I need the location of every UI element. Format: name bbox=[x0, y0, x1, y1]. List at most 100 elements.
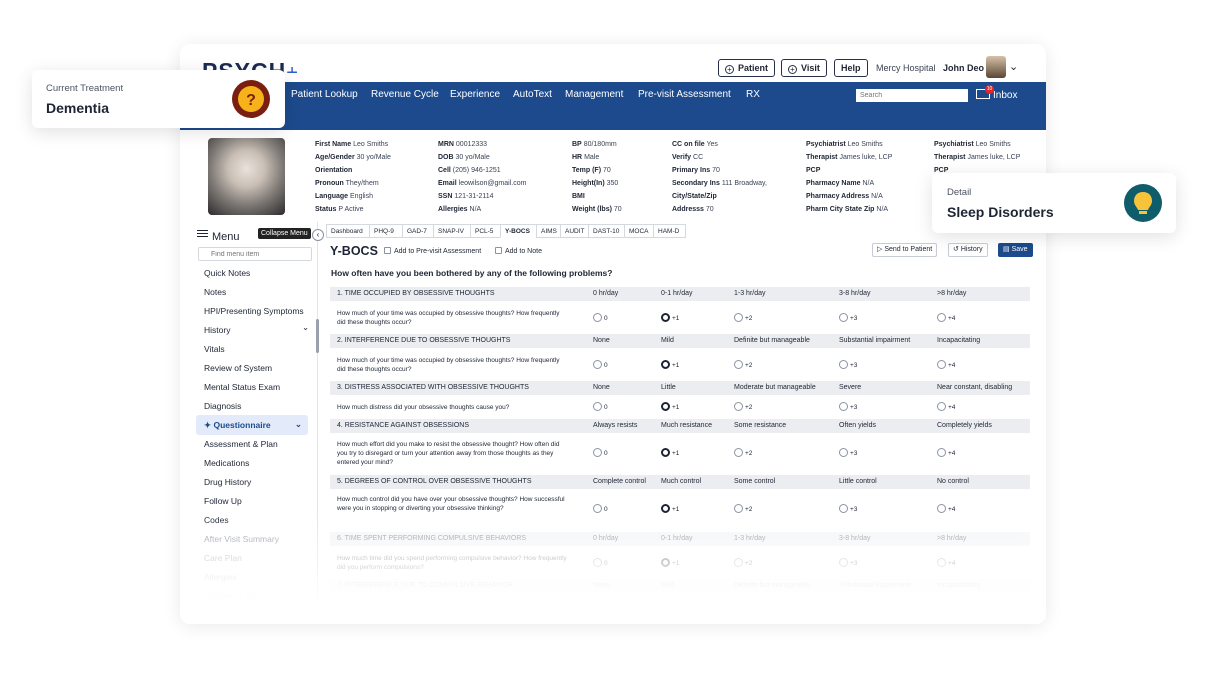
tab-ham-d[interactable]: HAM-D bbox=[653, 224, 686, 238]
find-menu-input[interactable] bbox=[198, 247, 312, 261]
radio-button[interactable] bbox=[593, 448, 602, 457]
sidebar-item[interactable]: Review of System bbox=[204, 363, 272, 373]
nav-item[interactable]: AutoText bbox=[513, 89, 552, 100]
radio-option[interactable]: +1 bbox=[661, 448, 679, 457]
radio-button[interactable] bbox=[937, 312, 946, 322]
nav-item[interactable]: RX bbox=[746, 89, 760, 100]
radio-option[interactable]: +4 bbox=[937, 312, 955, 322]
radio-option[interactable]: 0 bbox=[593, 312, 608, 322]
radio-button[interactable] bbox=[734, 359, 743, 369]
radio-button[interactable] bbox=[661, 402, 670, 411]
tab-pcl-5[interactable]: PCL-5 bbox=[470, 224, 501, 238]
tab-phq-9[interactable]: PHQ-9 bbox=[369, 224, 403, 238]
radio-option[interactable]: +2 bbox=[734, 448, 752, 457]
radio-option[interactable]: +2 bbox=[734, 402, 752, 411]
radio-option[interactable]: +3 bbox=[839, 402, 857, 411]
info-value: 30 yo/Male bbox=[356, 154, 391, 161]
sidebar-item[interactable]: Quick Notes bbox=[204, 268, 250, 278]
radio-option[interactable]: 0 bbox=[593, 448, 608, 457]
radio-button[interactable] bbox=[839, 312, 848, 322]
menu-toggle[interactable]: Menu bbox=[197, 228, 240, 243]
radio-option[interactable]: 0 bbox=[593, 503, 608, 513]
info-label: Status bbox=[315, 206, 337, 213]
radio-button[interactable] bbox=[593, 359, 602, 369]
sidebar-item[interactable]: History ⌄ bbox=[204, 322, 309, 335]
nav-item[interactable]: Management bbox=[565, 89, 623, 100]
tab-audit[interactable]: AUDIT bbox=[560, 224, 589, 238]
nav-item[interactable]: Revenue Cycle bbox=[371, 89, 439, 100]
radio-option[interactable]: +1 bbox=[661, 312, 679, 322]
radio-option[interactable]: +4 bbox=[937, 402, 955, 411]
sidebar-item[interactable]: Diagnosis bbox=[204, 401, 241, 411]
avatar[interactable] bbox=[986, 56, 1006, 78]
radio-button[interactable] bbox=[937, 503, 946, 513]
nav-item[interactable]: Experience bbox=[450, 89, 500, 100]
radio-button[interactable] bbox=[839, 448, 848, 457]
tab-dashboard[interactable]: Dashboard bbox=[326, 224, 370, 238]
sidebar-item[interactable]: HPI/Presenting Symptoms bbox=[204, 306, 304, 316]
sidebar-item[interactable]: Notes bbox=[204, 287, 226, 297]
inbox-link[interactable]: 10 Inbox bbox=[976, 85, 1017, 101]
radio-option[interactable]: +1 bbox=[661, 359, 679, 369]
radio-button[interactable] bbox=[661, 448, 670, 457]
radio-option[interactable]: +3 bbox=[839, 359, 857, 369]
visit-button[interactable]: + Visit bbox=[781, 59, 827, 77]
sidebar-item[interactable]: Vitals bbox=[204, 344, 225, 354]
sidebar-scrollbar[interactable] bbox=[316, 319, 319, 353]
radio-option[interactable]: +3 bbox=[839, 312, 857, 322]
search-input[interactable] bbox=[856, 89, 968, 102]
radio-button[interactable] bbox=[937, 402, 946, 411]
radio-option[interactable]: +1 bbox=[661, 503, 679, 513]
tab-dast-10[interactable]: DAST-10 bbox=[588, 224, 625, 238]
radio-option[interactable]: +1 bbox=[661, 402, 679, 411]
radio-button[interactable] bbox=[661, 359, 670, 369]
radio-button[interactable] bbox=[593, 402, 602, 411]
radio-button[interactable] bbox=[734, 503, 743, 513]
sidebar-item[interactable]: Drug History bbox=[204, 477, 251, 487]
nav-item[interactable]: Patient Lookup bbox=[291, 89, 358, 100]
nav-item[interactable]: Pre-visit Assessment bbox=[638, 89, 731, 100]
radio-option[interactable]: +4 bbox=[937, 448, 955, 457]
radio-button[interactable] bbox=[937, 359, 946, 369]
radio-option[interactable]: +3 bbox=[839, 448, 857, 457]
radio-option[interactable]: +3 bbox=[839, 503, 857, 513]
radio-option[interactable]: +2 bbox=[734, 503, 752, 513]
collapse-menu-button[interactable]: ‹ bbox=[312, 229, 324, 241]
radio-option[interactable]: +4 bbox=[937, 359, 955, 369]
radio-button[interactable] bbox=[734, 402, 743, 411]
radio-button[interactable] bbox=[937, 448, 946, 457]
scale-label: >8 hr/day bbox=[937, 290, 967, 297]
send-to-patient-button[interactable]: ▷ Send to Patient bbox=[872, 243, 938, 257]
tab-aims[interactable]: AIMS bbox=[536, 224, 561, 238]
radio-button[interactable] bbox=[593, 312, 602, 322]
radio-button[interactable] bbox=[661, 312, 670, 322]
add-note-checkbox[interactable]: Add to Note bbox=[495, 247, 542, 255]
radio-option[interactable]: +2 bbox=[734, 312, 752, 322]
radio-button[interactable] bbox=[734, 312, 743, 322]
tab-snap-iv[interactable]: SNAP-IV bbox=[433, 224, 471, 238]
tab-moca[interactable]: MOCA bbox=[624, 224, 654, 238]
add-previsit-checkbox[interactable]: Add to Pre-visit Assessment bbox=[384, 247, 481, 255]
chevron-down-icon[interactable]: ⌄ bbox=[1009, 60, 1018, 73]
save-button[interactable]: ▤ Save bbox=[998, 243, 1033, 257]
radio-option[interactable]: 0 bbox=[593, 402, 608, 411]
tab-gad-7[interactable]: GAD-7 bbox=[402, 224, 434, 238]
sidebar-item[interactable]: ✦ Questionnaire ⌄ bbox=[196, 415, 308, 435]
radio-button[interactable] bbox=[839, 503, 848, 513]
radio-option[interactable]: 0 bbox=[593, 359, 608, 369]
sidebar-item[interactable]: Follow Up bbox=[204, 496, 242, 506]
radio-button[interactable] bbox=[593, 503, 602, 513]
help-button[interactable]: Help bbox=[834, 59, 868, 77]
radio-option[interactable]: +4 bbox=[937, 503, 955, 513]
radio-button[interactable] bbox=[839, 402, 848, 411]
radio-option[interactable]: +2 bbox=[734, 359, 752, 369]
history-button[interactable]: ↺ History bbox=[948, 243, 988, 257]
sidebar-item[interactable]: Assessment & Plan bbox=[204, 439, 278, 449]
sidebar-item[interactable]: Mental Status Exam bbox=[204, 382, 280, 392]
tab-y-bocs[interactable]: Y-BOCS bbox=[500, 224, 537, 238]
radio-button[interactable] bbox=[734, 448, 743, 457]
radio-button[interactable] bbox=[661, 503, 670, 513]
radio-button[interactable] bbox=[839, 359, 848, 369]
patient-button[interactable]: + Patient bbox=[718, 59, 776, 77]
sidebar-item[interactable]: Medications bbox=[204, 458, 249, 468]
